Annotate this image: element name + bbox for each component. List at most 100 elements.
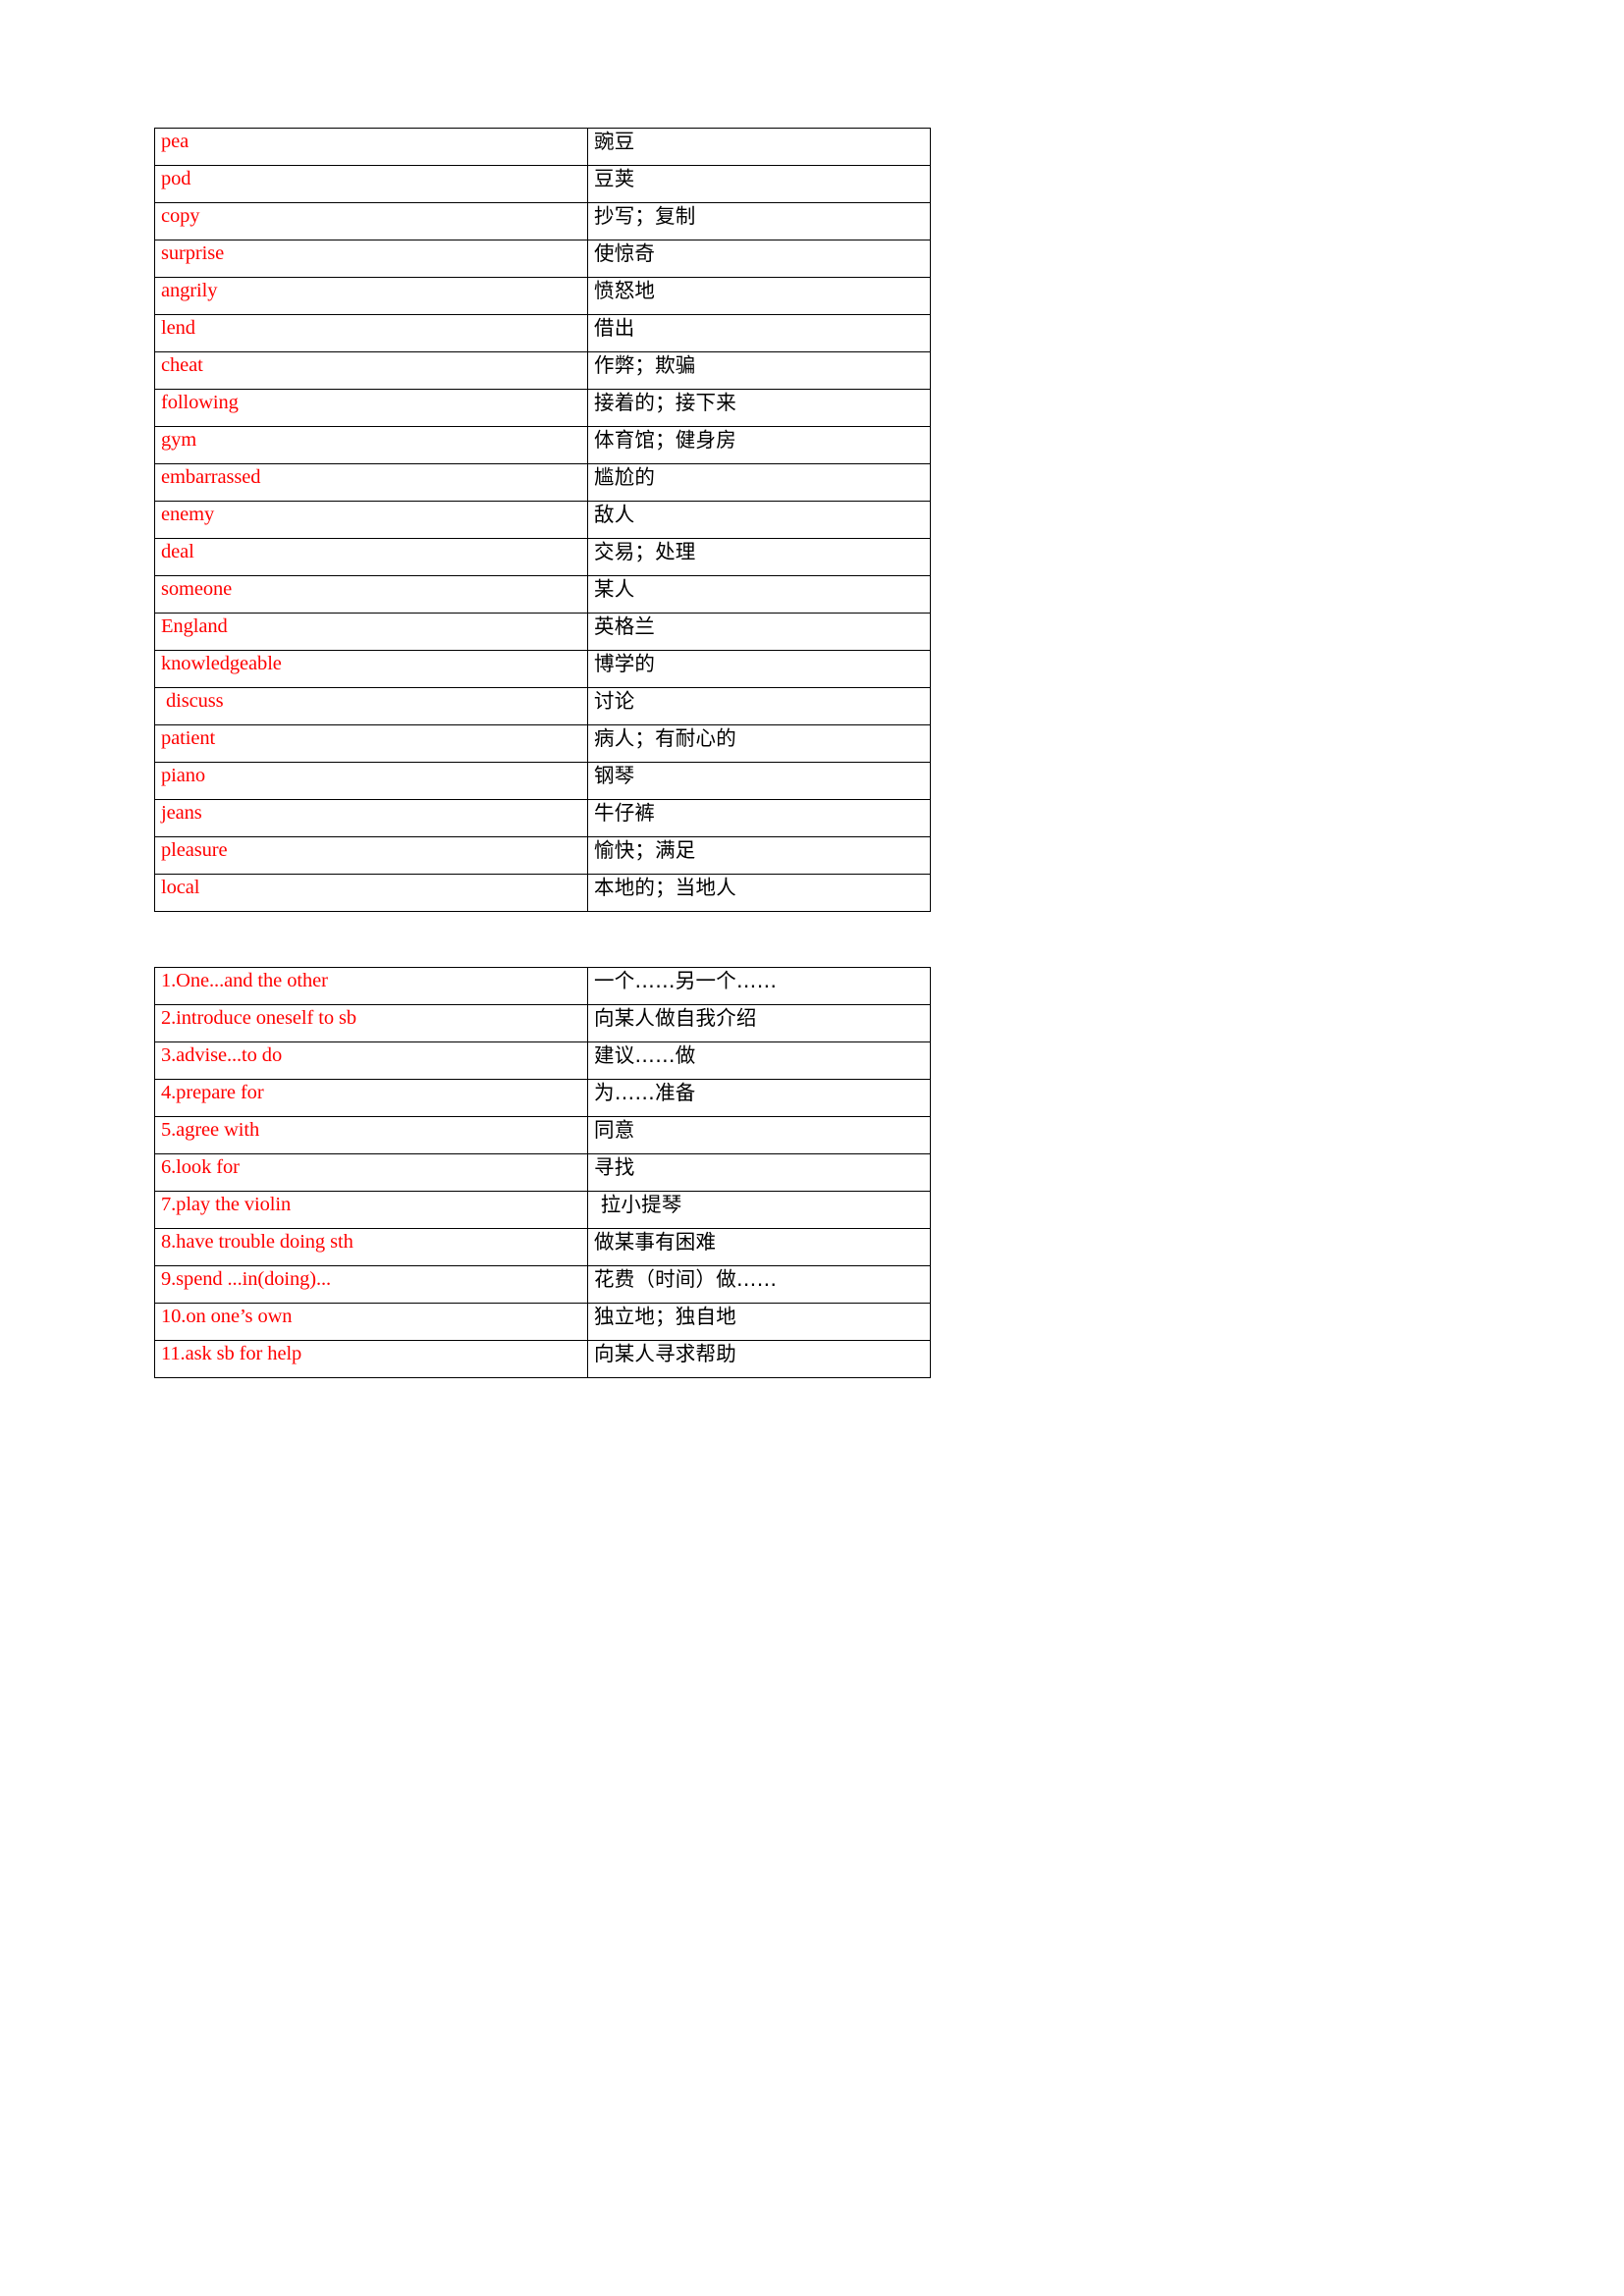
word-row-chinese-cell: 博学的 — [587, 650, 931, 688]
chinese-translation: 向某人寻求帮助 — [594, 1342, 736, 1364]
word-row-english-text: lend — [155, 315, 587, 339]
phrase-row-chinese-text: 为……准备 — [588, 1080, 930, 1103]
word-row: piano 钢琴 — [154, 762, 931, 800]
chinese-translation: 建议……做 — [594, 1043, 696, 1066]
word-row-chinese-text: 钢琴 — [588, 763, 930, 786]
chinese-translation: 交易；处理 — [594, 540, 696, 562]
word-row-english-text: local — [155, 875, 587, 898]
english-term: piano — [161, 765, 206, 786]
phrase-row: 8.have trouble doing sth 做某事有困难 — [154, 1228, 931, 1266]
word-row-chinese-cell: 病人；有耐心的 — [587, 724, 931, 763]
document-page: pea 豌豆 pod 豆荚 copy 抄写；复制 surprise 使惊奇 angrily 愤怒地… — [0, 0, 1624, 2296]
word-row: pod 豆荚 — [154, 165, 931, 203]
english-term: following — [161, 392, 239, 413]
word-row-chinese-text: 敌人 — [588, 502, 930, 525]
word-row-english-text: England — [155, 614, 587, 637]
phrase-row-chinese-text: 一个……另一个…… — [588, 968, 930, 991]
word-row-english-text: cheat — [155, 352, 587, 376]
word-row-english-cell: enemy — [154, 501, 588, 539]
word-row: gym 体育馆；健身房 — [154, 426, 931, 464]
word-row-english-text: surprise — [155, 240, 587, 264]
phrase-row-chinese-text: 寻找 — [588, 1154, 930, 1178]
chinese-translation: 豌豆 — [594, 130, 635, 152]
phrase-row-chinese-text: 建议……做 — [588, 1042, 930, 1066]
chinese-translation: 一个……另一个…… — [594, 969, 778, 991]
phrase-row-chinese-cell: 拉小提琴 — [587, 1191, 931, 1229]
chinese-translation: 寻找 — [594, 1155, 635, 1178]
word-row: cheat 作弊；欺骗 — [154, 351, 931, 390]
word-row-chinese-text: 作弊；欺骗 — [588, 352, 930, 376]
word-row-english-cell: copy — [154, 202, 588, 240]
english-term: copy — [161, 205, 200, 227]
phrase-row: 9.spend ...in(doing)... 花费（时间）做…… — [154, 1265, 931, 1304]
word-row-english-cell: local — [154, 874, 588, 912]
word-row-chinese-cell: 英格兰 — [587, 613, 931, 651]
word-row-english-text: jeans — [155, 800, 587, 824]
word-row-english-cell: patient — [154, 724, 588, 763]
word-row-chinese-text: 豆荚 — [588, 166, 930, 189]
phrase-row: 11.ask sb for help 向某人寻求帮助 — [154, 1340, 931, 1378]
word-row-chinese-cell: 牛仔裤 — [587, 799, 931, 837]
word-row-english-text: pea — [155, 129, 587, 152]
chinese-translation: 拉小提琴 — [594, 1193, 682, 1215]
phrase-row-english-text: 4.prepare for — [155, 1080, 587, 1103]
chinese-translation: 愉快；满足 — [594, 838, 696, 861]
chinese-translation: 向某人做自我介绍 — [594, 1006, 757, 1029]
chinese-translation: 博学的 — [594, 652, 656, 674]
word-row: lend 借出 — [154, 314, 931, 352]
word-row-chinese-text: 愤怒地 — [588, 278, 930, 301]
phrase-row: 6.look for 寻找 — [154, 1153, 931, 1192]
word-row-chinese-text: 某人 — [588, 576, 930, 600]
word-row-english-cell: discuss — [154, 687, 588, 725]
word-row: surprise 使惊奇 — [154, 240, 931, 278]
phrase-row-english-text: 1.One...and the other — [155, 968, 587, 991]
phrase-row-english-cell: 1.One...and the other — [154, 967, 588, 1005]
word-row: discuss 讨论 — [154, 687, 931, 725]
phrase-row-chinese-text: 花费（时间）做…… — [588, 1266, 930, 1290]
word-row-english-cell: cheat — [154, 351, 588, 390]
word-row-english-text: embarrassed — [155, 464, 587, 488]
phrase-row: 10.on one’s own 独立地；独自地 — [154, 1303, 931, 1341]
word-row-english-cell: knowledgeable — [154, 650, 588, 688]
word-row-chinese-text: 博学的 — [588, 651, 930, 674]
word-row-english-text: deal — [155, 539, 587, 562]
phrase-row-english-cell: 6.look for — [154, 1153, 588, 1192]
word-row-chinese-cell: 愉快；满足 — [587, 836, 931, 875]
chinese-translation: 某人 — [594, 577, 635, 600]
chinese-translation: 借出 — [594, 316, 635, 339]
phrase-row-english-cell: 11.ask sb for help — [154, 1340, 588, 1378]
chinese-translation: 抄写；复制 — [594, 204, 696, 227]
phrase-row-chinese-text: 做某事有困难 — [588, 1229, 930, 1253]
word-row: following 接着的；接下来 — [154, 389, 931, 427]
phrase-row-english-text: 9.spend ...in(doing)... — [155, 1266, 587, 1290]
phrase-row-chinese-cell: 向某人做自我介绍 — [587, 1004, 931, 1042]
word-row: jeans 牛仔裤 — [154, 799, 931, 837]
english-term: pleasure — [161, 839, 228, 861]
phrase-row-english-text: 5.agree with — [155, 1117, 587, 1141]
word-row-english-cell: following — [154, 389, 588, 427]
english-term: embarrassed — [161, 466, 261, 488]
english-term: pea — [161, 131, 189, 152]
word-row: pea 豌豆 — [154, 128, 931, 166]
english-term: 5.agree with — [161, 1119, 260, 1141]
word-row-chinese-text: 牛仔裤 — [588, 800, 930, 824]
english-term: jeans — [161, 802, 202, 824]
word-row-chinese-cell: 某人 — [587, 575, 931, 614]
word-row-chinese-cell: 豌豆 — [587, 128, 931, 166]
word-row: deal 交易；处理 — [154, 538, 931, 576]
word-row: knowledgeable 博学的 — [154, 650, 931, 688]
chinese-translation: 本地的；当地人 — [594, 876, 736, 898]
word-row: England 英格兰 — [154, 613, 931, 651]
english-term: 7.play the violin — [161, 1194, 292, 1215]
word-row-chinese-text: 豌豆 — [588, 129, 930, 152]
phrase-list-body: 1.One...and the other 一个……另一个…… 2.introduc… — [154, 967, 931, 1378]
chinese-translation: 体育馆；健身房 — [594, 428, 736, 451]
word-row: embarrassed 尴尬的 — [154, 463, 931, 502]
chinese-translation: 敌人 — [594, 503, 635, 525]
english-term: 10.on one’s own — [161, 1306, 293, 1327]
english-term: cheat — [161, 354, 203, 376]
word-row-chinese-text: 抄写；复制 — [588, 203, 930, 227]
word-row-chinese-text: 讨论 — [588, 688, 930, 712]
phrase-row-chinese-cell: 同意 — [587, 1116, 931, 1154]
phrase-row-chinese-text: 独立地；独自地 — [588, 1304, 930, 1327]
